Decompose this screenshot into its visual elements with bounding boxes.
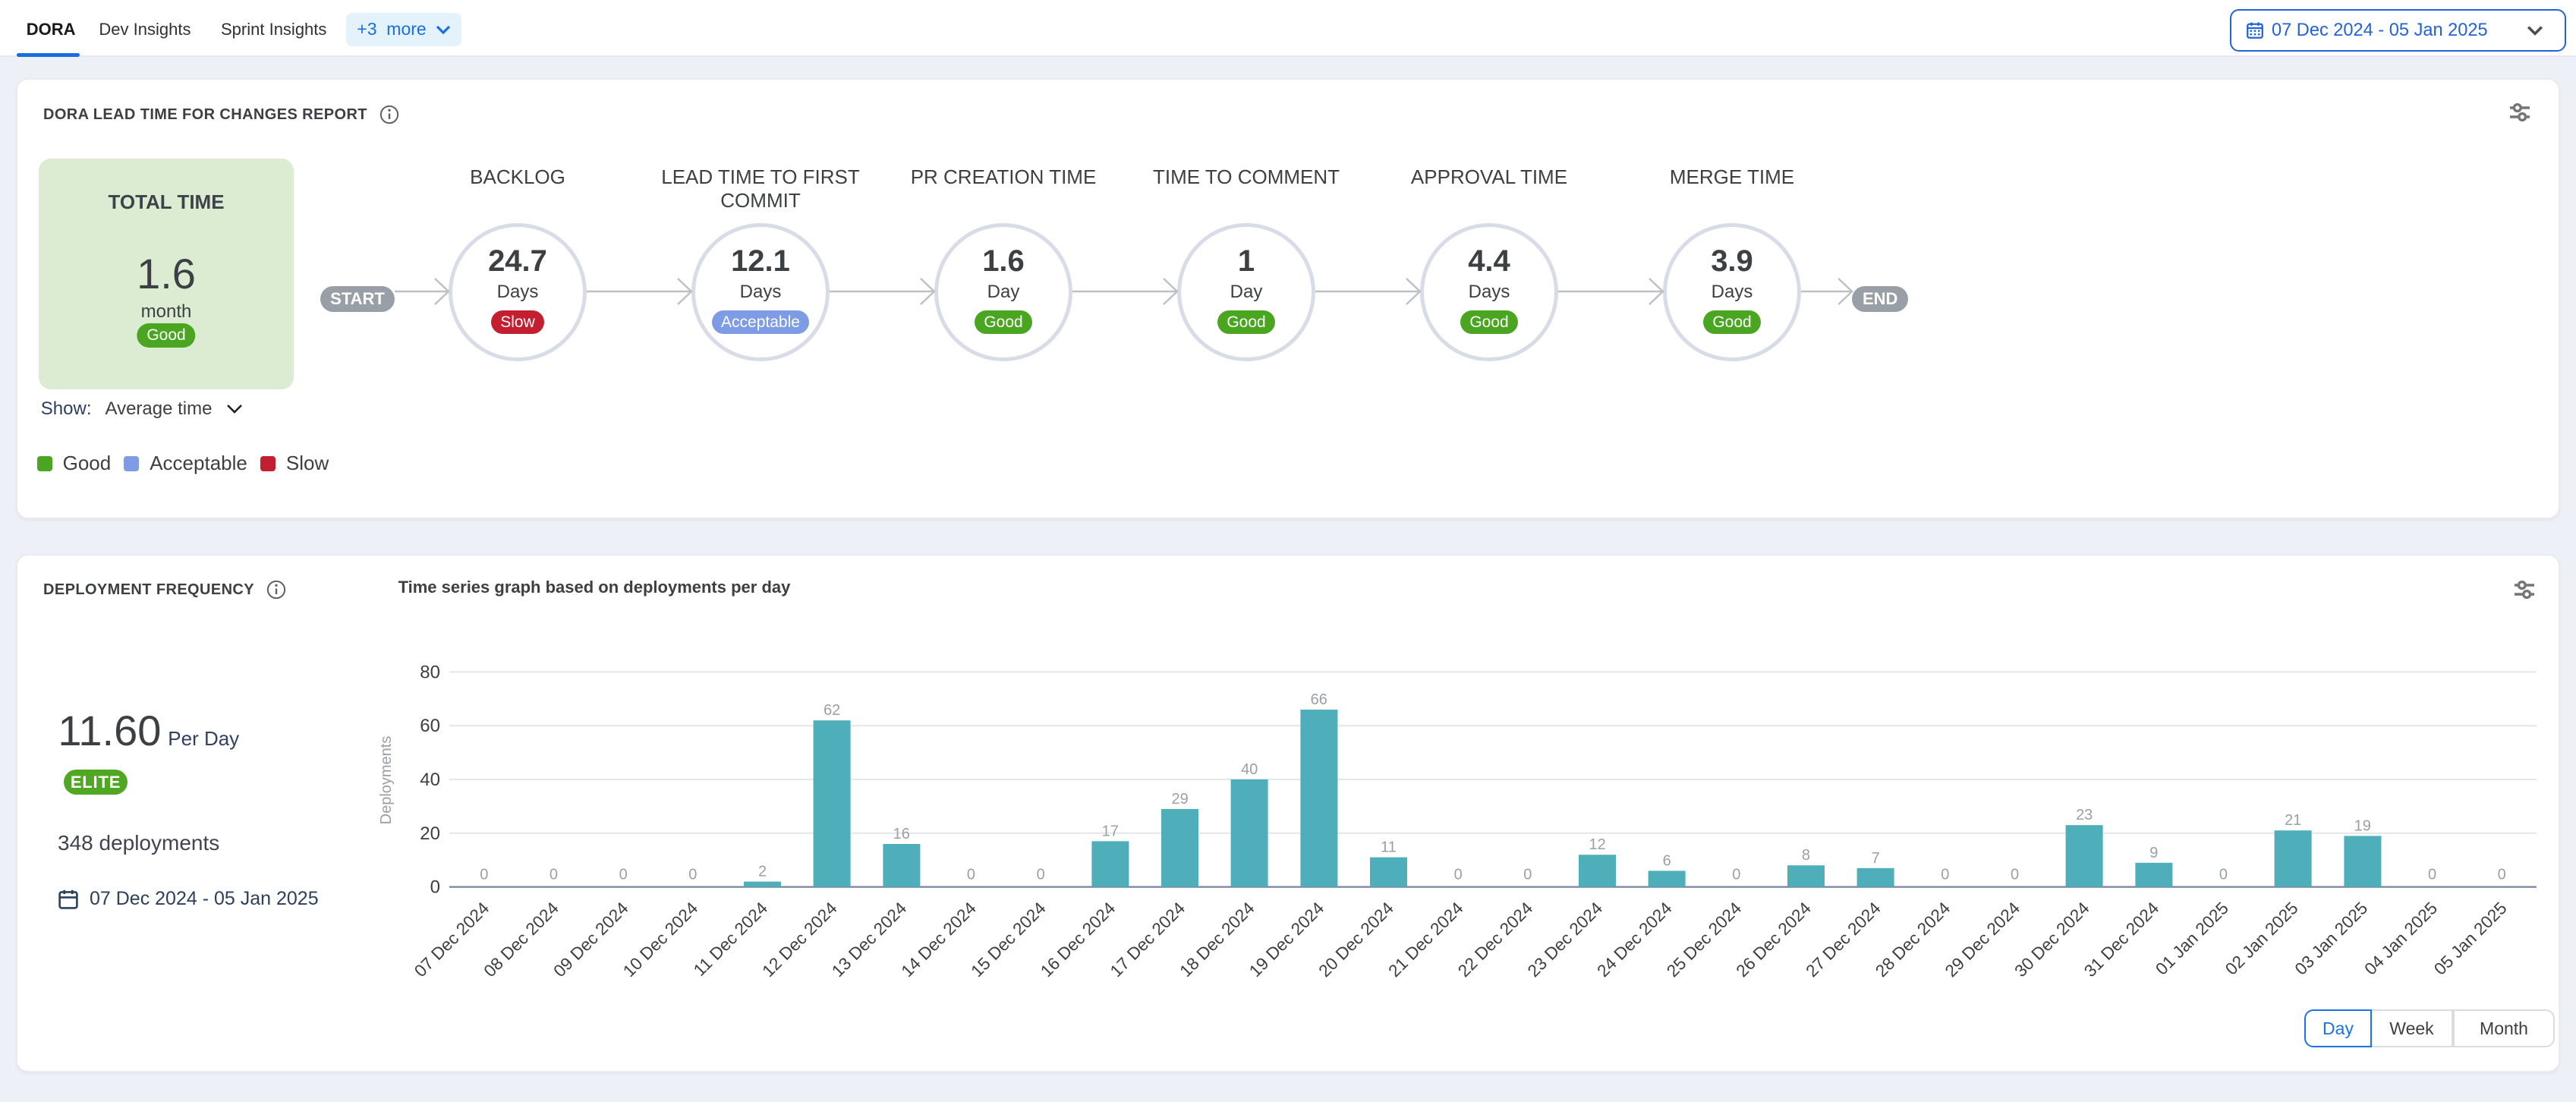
svg-text:0: 0 bbox=[2498, 867, 2506, 883]
svg-text:17 Dec 2024: 17 Dec 2024 bbox=[1107, 899, 1189, 981]
svg-text:05 Jan 2025: 05 Jan 2025 bbox=[2430, 899, 2511, 979]
svg-text:02 Jan 2025: 02 Jan 2025 bbox=[2222, 899, 2302, 979]
svg-text:25 Dec 2024: 25 Dec 2024 bbox=[1663, 899, 1745, 981]
svg-text:08 Dec 2024: 08 Dec 2024 bbox=[480, 899, 562, 981]
svg-text:20 Dec 2024: 20 Dec 2024 bbox=[1315, 899, 1397, 981]
svg-text:19 Dec 2024: 19 Dec 2024 bbox=[1245, 899, 1327, 981]
svg-text:6: 6 bbox=[1663, 852, 1671, 869]
svg-text:18 Dec 2024: 18 Dec 2024 bbox=[1176, 899, 1258, 981]
svg-text:Deployments: Deployments bbox=[378, 736, 395, 825]
svg-text:40: 40 bbox=[1241, 761, 1258, 778]
svg-text:26 Dec 2024: 26 Dec 2024 bbox=[1733, 899, 1815, 981]
svg-text:29: 29 bbox=[1171, 791, 1188, 808]
svg-text:16: 16 bbox=[893, 826, 910, 842]
svg-text:0: 0 bbox=[1941, 867, 1949, 883]
svg-text:03 Jan 2025: 03 Jan 2025 bbox=[2291, 899, 2372, 979]
svg-text:0: 0 bbox=[480, 867, 488, 883]
svg-text:21: 21 bbox=[2285, 812, 2301, 829]
svg-text:0: 0 bbox=[688, 867, 697, 883]
svg-text:0: 0 bbox=[2011, 867, 2019, 883]
svg-text:80: 80 bbox=[420, 662, 440, 682]
svg-text:12 Dec 2024: 12 Dec 2024 bbox=[758, 899, 840, 981]
svg-text:14 Dec 2024: 14 Dec 2024 bbox=[898, 899, 980, 981]
svg-text:66: 66 bbox=[1311, 691, 1327, 708]
svg-text:11: 11 bbox=[1381, 839, 1397, 856]
svg-text:62: 62 bbox=[824, 702, 840, 719]
svg-text:40: 40 bbox=[420, 770, 440, 790]
svg-text:60: 60 bbox=[420, 716, 440, 736]
svg-text:0: 0 bbox=[619, 867, 628, 883]
svg-text:12: 12 bbox=[1589, 836, 1605, 853]
svg-text:0: 0 bbox=[1732, 867, 1740, 883]
svg-text:07 Dec 2024: 07 Dec 2024 bbox=[411, 899, 493, 981]
svg-text:0: 0 bbox=[2428, 867, 2436, 883]
svg-text:24 Dec 2024: 24 Dec 2024 bbox=[1593, 899, 1675, 981]
svg-text:31 Dec 2024: 31 Dec 2024 bbox=[2080, 899, 2162, 981]
svg-text:8: 8 bbox=[1802, 847, 1810, 864]
svg-text:19: 19 bbox=[2354, 817, 2371, 834]
svg-text:17: 17 bbox=[1102, 823, 1119, 839]
svg-text:15 Dec 2024: 15 Dec 2024 bbox=[967, 899, 1049, 981]
svg-text:01 Jan 2025: 01 Jan 2025 bbox=[2152, 899, 2232, 979]
svg-text:09 Dec 2024: 09 Dec 2024 bbox=[550, 899, 631, 981]
svg-text:21 Dec 2024: 21 Dec 2024 bbox=[1384, 899, 1466, 981]
svg-text:0: 0 bbox=[2219, 867, 2228, 883]
svg-text:0: 0 bbox=[550, 867, 558, 883]
svg-text:10 Dec 2024: 10 Dec 2024 bbox=[619, 899, 701, 981]
svg-text:04 Jan 2025: 04 Jan 2025 bbox=[2361, 899, 2442, 979]
svg-text:29 Dec 2024: 29 Dec 2024 bbox=[1941, 899, 2023, 981]
svg-text:9: 9 bbox=[2149, 845, 2158, 861]
svg-text:30 Dec 2024: 30 Dec 2024 bbox=[2011, 899, 2093, 981]
svg-text:0: 0 bbox=[430, 877, 440, 898]
svg-text:20: 20 bbox=[420, 823, 440, 844]
svg-text:0: 0 bbox=[1037, 867, 1045, 883]
svg-text:23 Dec 2024: 23 Dec 2024 bbox=[1524, 899, 1606, 981]
svg-text:28 Dec 2024: 28 Dec 2024 bbox=[1872, 899, 1954, 981]
svg-text:2: 2 bbox=[758, 864, 767, 880]
svg-text:0: 0 bbox=[1454, 867, 1463, 883]
svg-text:7: 7 bbox=[1872, 850, 1880, 867]
svg-text:13 Dec 2024: 13 Dec 2024 bbox=[828, 899, 910, 981]
svg-text:0: 0 bbox=[1523, 867, 1532, 883]
svg-text:16 Dec 2024: 16 Dec 2024 bbox=[1037, 899, 1119, 981]
svg-text:22 Dec 2024: 22 Dec 2024 bbox=[1454, 899, 1536, 981]
svg-text:27 Dec 2024: 27 Dec 2024 bbox=[1802, 899, 1884, 981]
svg-text:0: 0 bbox=[967, 867, 975, 883]
svg-text:23: 23 bbox=[2076, 807, 2093, 823]
svg-text:11 Dec 2024: 11 Dec 2024 bbox=[690, 899, 771, 980]
